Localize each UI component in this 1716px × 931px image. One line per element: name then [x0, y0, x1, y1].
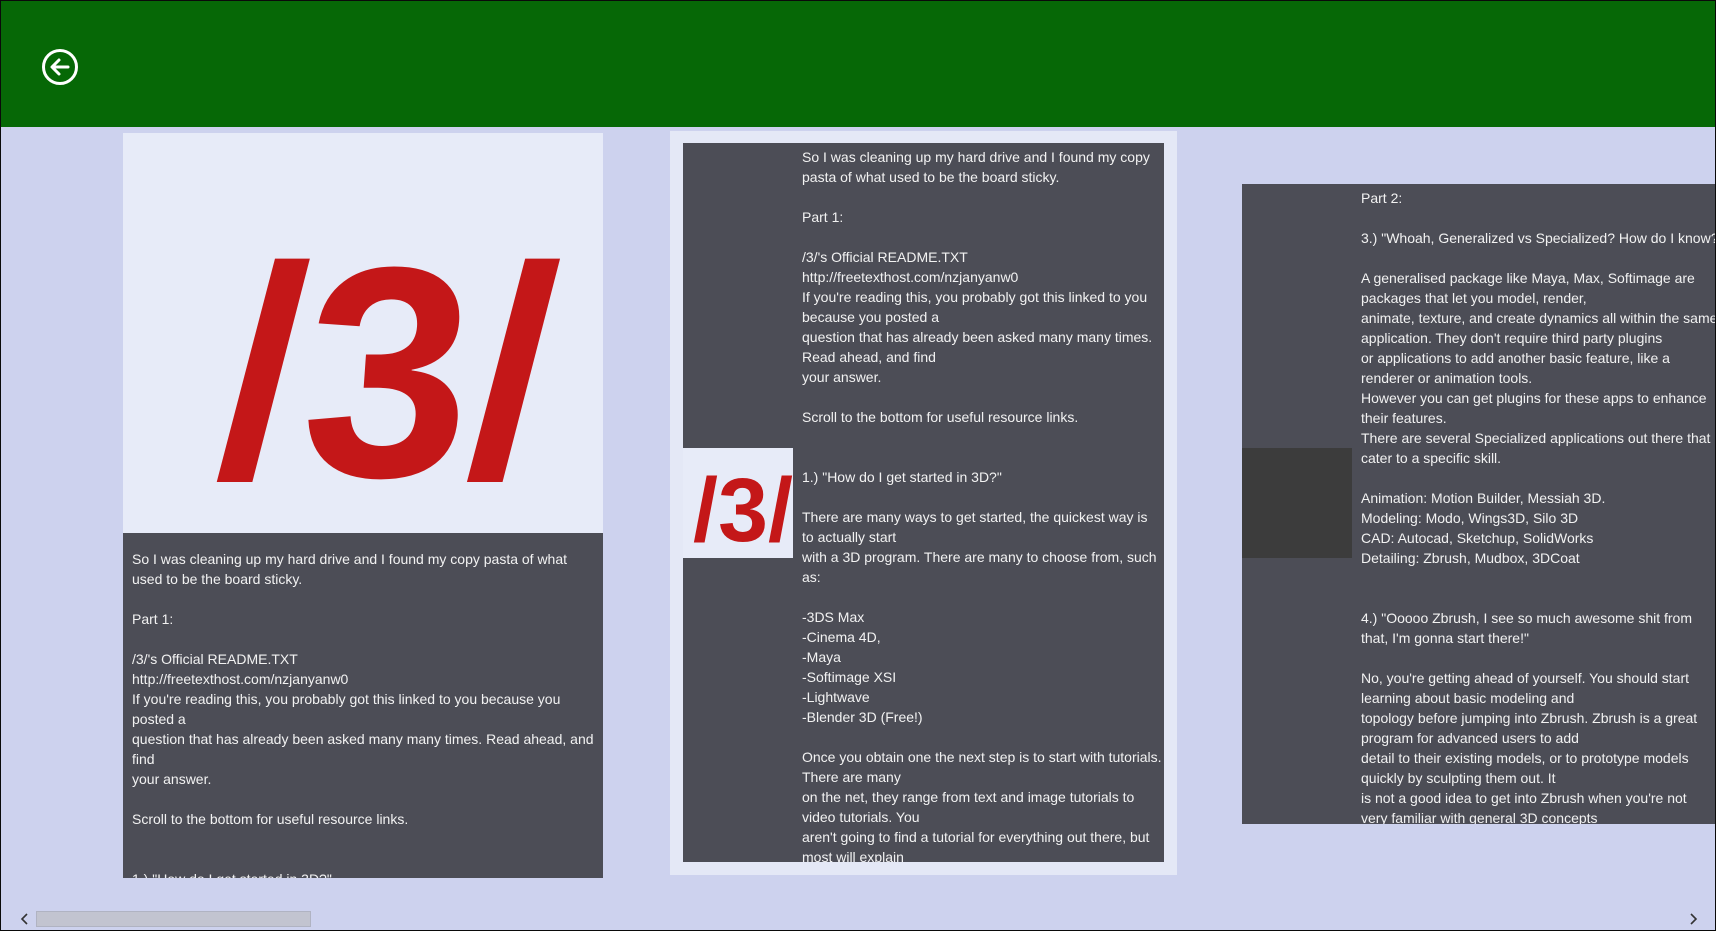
horizontal-scrollbar[interactable] — [1, 907, 1715, 930]
scroll-left-button[interactable] — [17, 911, 33, 927]
board-logo-thumbnail-text: /3/ — [693, 461, 793, 558]
post-card-2[interactable]: /3/ So I was cleaning up my hard drive a… — [683, 143, 1164, 862]
arrow-left-icon — [50, 58, 70, 76]
back-button[interactable] — [42, 49, 78, 85]
app-window: /3/ So I was cleaning up my hard drive a… — [0, 0, 1716, 931]
header-bar — [1, 1, 1715, 127]
scroll-right-button[interactable] — [1685, 911, 1701, 927]
thumbnail-placeholder — [1242, 448, 1352, 558]
board-logo-graphic: /3/ — [210, 204, 568, 533]
chevron-left-icon — [20, 913, 28, 925]
post-body-text: Part 2: 3.) "Whoah, Generalized vs Speci… — [1361, 190, 1716, 824]
scrollbar-thumb[interactable] — [36, 911, 311, 927]
post-card-1[interactable]: /3/ So I was cleaning up my hard drive a… — [123, 133, 603, 878]
scrollbar-track[interactable] — [36, 911, 1676, 927]
board-logo-thumbnail-graphic: /3/ — [693, 461, 793, 558]
board-logo-image: /3/ — [123, 133, 603, 533]
post-body-text: So I was cleaning up my hard drive and I… — [802, 149, 1162, 862]
board-logo-text: /3/ — [210, 204, 568, 533]
chevron-right-icon — [1690, 913, 1698, 925]
board-logo-thumbnail: /3/ — [683, 448, 793, 558]
post-body-text: So I was cleaning up my hard drive and I… — [123, 533, 603, 878]
post-card-3[interactable]: Part 2: 3.) "Whoah, Generalized vs Speci… — [1242, 184, 1716, 824]
